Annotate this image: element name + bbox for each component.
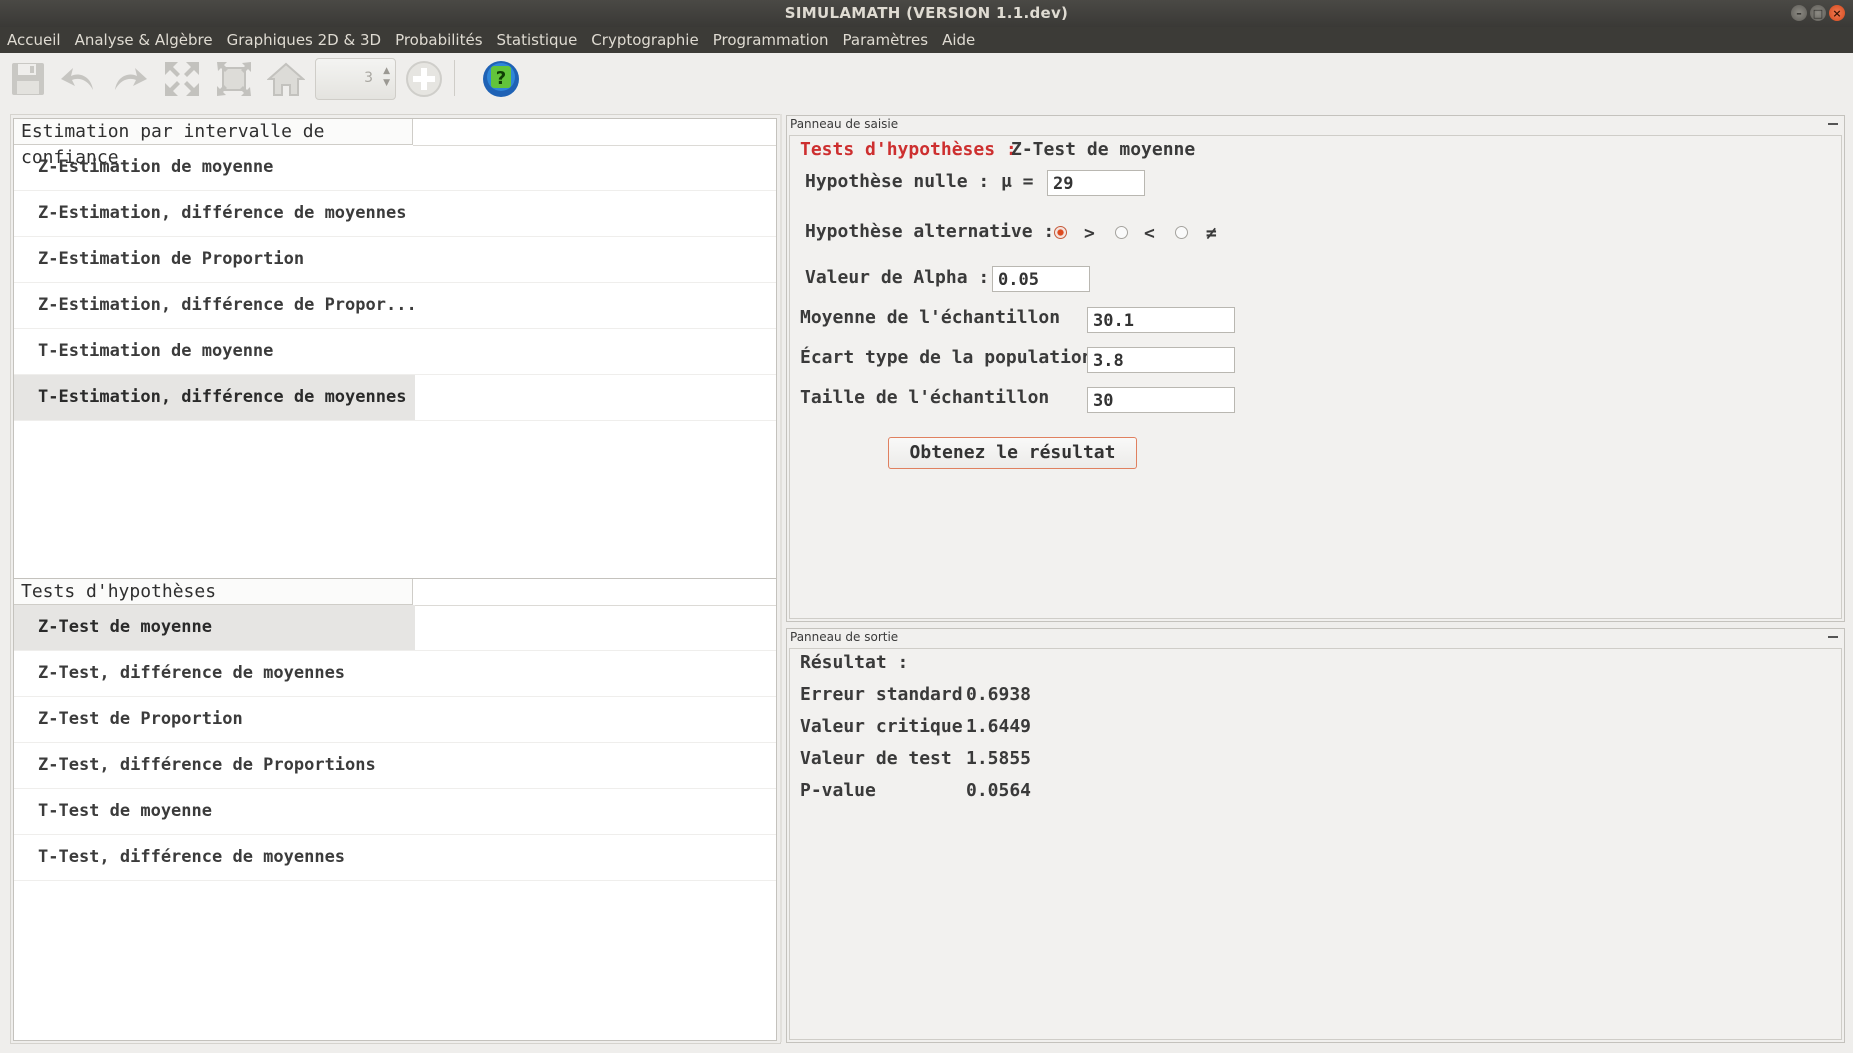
- menu-statistique[interactable]: Statistique: [490, 27, 585, 53]
- window-title: SIMULAMATH (VERSION 1.1.dev): [784, 4, 1069, 22]
- list-item[interactable]: T-Test de moyenne: [14, 789, 776, 835]
- sample-mean-label: Moyenne de l'échantillon: [800, 307, 1061, 328]
- input-heading-category: Tests d'hypothèses :: [800, 139, 1017, 160]
- null-hypothesis-label: Hypothèse nulle :: [805, 171, 990, 192]
- undo-icon[interactable]: [58, 59, 98, 99]
- option-greater: >: [1084, 223, 1095, 244]
- list-item[interactable]: Z-Estimation, différence de moyennes: [14, 191, 776, 237]
- sample-mean-input[interactable]: 30.1: [1087, 307, 1235, 333]
- result-row-value: 1.5855: [966, 748, 1032, 769]
- title-bar: SIMULAMATH (VERSION 1.1.dev) – □ ×: [0, 0, 1853, 27]
- tests-header: Tests d'hypothèses: [14, 579, 413, 605]
- mu-input[interactable]: 29: [1047, 170, 1145, 196]
- input-panel-title: Panneau de saisie: [790, 117, 899, 131]
- maximize-icon[interactable]: □: [1810, 5, 1826, 21]
- list-item[interactable]: Z-Estimation, différence de Propor...: [14, 283, 776, 329]
- list-item[interactable]: Z-Estimation de Proportion: [14, 237, 776, 283]
- minimize-icon[interactable]: –: [1791, 5, 1807, 21]
- list-item[interactable]: Z-Test, différence de moyennes: [14, 651, 776, 697]
- menu-accueil[interactable]: Accueil: [0, 27, 68, 53]
- result-row-value: 1.6449: [966, 716, 1032, 737]
- zoom-spinner[interactable]: 3 ▲ ▼: [315, 58, 396, 100]
- minimize-panel-icon[interactable]: [1828, 630, 1838, 638]
- list-item[interactable]: Z-Test, différence de Proportions: [14, 743, 776, 789]
- input-panel-body: [789, 135, 1842, 619]
- menu-parametres[interactable]: Paramètres: [836, 27, 936, 53]
- output-panel-body: [789, 648, 1842, 1040]
- fit-icon[interactable]: [214, 59, 254, 99]
- input-heading-test: Z-Test de moyenne: [1011, 139, 1196, 160]
- list-item[interactable]: Z-Test de Proportion: [14, 697, 776, 743]
- result-row-label: Valeur de test: [800, 748, 952, 769]
- expand-icon[interactable]: [162, 59, 202, 99]
- toolbar: ?: [0, 53, 1853, 105]
- estimation-header: Estimation par intervalle de confiance: [14, 119, 413, 168]
- radio-greater[interactable]: [1054, 226, 1067, 239]
- save-icon[interactable]: [8, 59, 48, 99]
- result-row-label: P-value: [800, 780, 876, 801]
- option-not-equal: ≠: [1206, 223, 1217, 244]
- menu-probabilites[interactable]: Probabilités: [388, 27, 489, 53]
- option-less: <: [1144, 223, 1155, 244]
- result-label: Résultat :: [800, 652, 909, 673]
- list-item[interactable]: Z-Estimation de moyenne: [14, 145, 776, 191]
- list-item[interactable]: T-Estimation de moyenne: [14, 329, 776, 375]
- pop-sd-label: Écart type de la population: [800, 347, 1093, 368]
- menu-analyse-algebre[interactable]: Analyse & Algèbre: [68, 27, 220, 53]
- list-item[interactable]: T-Test, différence de moyennes: [14, 835, 776, 881]
- minimize-panel-icon[interactable]: [1828, 117, 1838, 125]
- radio-less[interactable]: [1115, 226, 1128, 239]
- result-row-value: 0.0564: [966, 780, 1032, 801]
- estimation-panel: Estimation par intervalle de confiance Z…: [13, 118, 777, 579]
- add-icon[interactable]: [404, 59, 444, 99]
- redo-icon[interactable]: [110, 59, 150, 99]
- sample-size-input[interactable]: 30: [1087, 387, 1235, 413]
- menu-bar: Accueil Analyse & Algèbre Graphiques 2D …: [0, 27, 1853, 53]
- radio-not-equal[interactable]: [1175, 226, 1188, 239]
- pop-sd-input[interactable]: 3.8: [1087, 347, 1235, 373]
- menu-cryptographie[interactable]: Cryptographie: [584, 27, 705, 53]
- output-panel-title: Panneau de sortie: [790, 630, 899, 644]
- mu-label: μ =: [1001, 171, 1034, 192]
- result-row-label: Valeur critique: [800, 716, 963, 737]
- list-item-selected[interactable]: Z-Test de moyenne: [14, 605, 776, 651]
- result-row-label: Erreur standard: [800, 684, 963, 705]
- close-icon[interactable]: ×: [1829, 5, 1845, 21]
- list-item-selected[interactable]: T-Estimation, différence de moyennes: [14, 375, 776, 421]
- alternative-hypothesis-label: Hypothèse alternative :: [805, 221, 1055, 242]
- help-icon[interactable]: ?: [481, 59, 521, 99]
- vertical-splitter[interactable]: [780, 114, 782, 1042]
- menu-graphiques[interactable]: Graphiques 2D & 3D: [220, 27, 388, 53]
- sample-size-label: Taille de l'échantillon: [800, 387, 1050, 408]
- menu-aide[interactable]: Aide: [935, 27, 982, 53]
- tests-panel: Tests d'hypothèses Z-Test de moyenne Z-T…: [13, 578, 777, 1041]
- get-result-button[interactable]: Obtenez le résultat: [888, 437, 1137, 469]
- alpha-input[interactable]: 0.05: [992, 266, 1090, 292]
- home-icon[interactable]: [266, 59, 306, 99]
- menu-programmation[interactable]: Programmation: [706, 27, 836, 53]
- toolbar-separator: [454, 60, 455, 96]
- result-row-value: 0.6938: [966, 684, 1032, 705]
- spinner-arrows-icon[interactable]: ▲ ▼: [383, 65, 390, 89]
- zoom-spinner-value: 3: [364, 70, 373, 86]
- alpha-label: Valeur de Alpha :: [805, 267, 990, 288]
- svg-text:?: ?: [496, 68, 506, 89]
